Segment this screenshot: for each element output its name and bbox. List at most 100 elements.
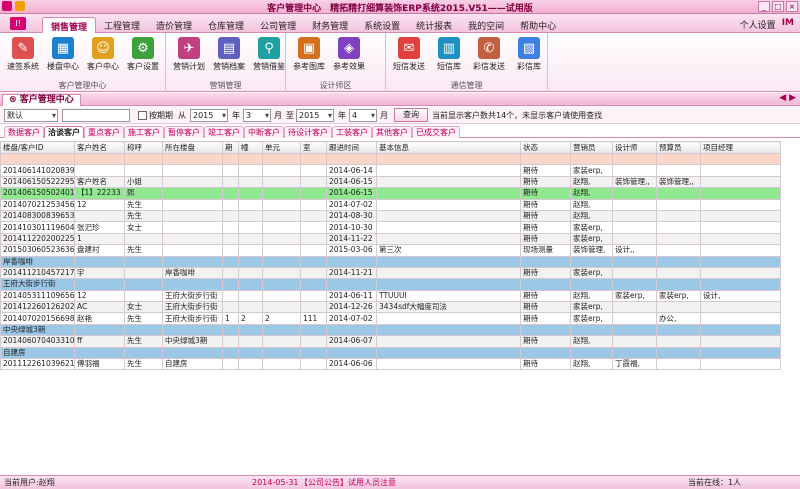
table-cell: 期待 xyxy=(520,232,571,246)
column-header[interactable]: 基本信息 xyxy=(376,141,521,154)
column-header[interactable]: 营销员 xyxy=(570,141,613,154)
column-header[interactable]: 室 xyxy=(300,141,327,154)
ribbon-button[interactable]: ✆ 彩信发送 xyxy=(470,37,508,72)
table-cell xyxy=(326,278,377,291)
table-row[interactable] xyxy=(0,152,781,166)
customer-category-tab[interactable]: 工装客户 xyxy=(332,126,372,138)
ribbon-button[interactable]: ☺ 客户中心 xyxy=(84,37,122,72)
menu-tab[interactable]: 仓库管理 xyxy=(200,17,252,33)
table-row[interactable]: 2014083008396533 先生 2014-08-30 期待 赵翔, xyxy=(0,209,781,223)
query-button[interactable]: 查询 xyxy=(394,108,428,122)
table-cell: 2014-08-30 xyxy=(326,209,377,223)
customer-category-tab[interactable]: 待设计客户 xyxy=(284,126,332,138)
customer-category-tab[interactable]: 数据客户 xyxy=(4,126,44,138)
table-cell xyxy=(612,198,657,211)
column-header[interactable]: 客户姓名 xyxy=(74,141,125,154)
app-logo[interactable]: I! xyxy=(10,17,26,30)
column-header[interactable]: 楼盘/客户ID xyxy=(0,141,75,154)
column-header[interactable]: 称呼 xyxy=(124,141,163,154)
ribbon-button[interactable]: ▥ 短信库 xyxy=(430,37,468,72)
ribbon-button[interactable]: ▣ 参考图库 xyxy=(290,37,328,72)
from-month-select[interactable]: 3 xyxy=(243,109,271,122)
column-header[interactable]: 设计师 xyxy=(612,141,657,154)
table-cell xyxy=(238,278,263,291)
menu-tab[interactable]: 造价管理 xyxy=(148,17,200,33)
ribbon-button[interactable]: ✈ 营销计划 xyxy=(170,37,208,72)
table-row[interactable]: 2014061410208396 2014-06-14 期待 家装erp, xyxy=(0,164,781,177)
panel-tab[interactable]: ⊗ 客户管理中心 xyxy=(2,94,81,106)
table-cell xyxy=(300,358,327,371)
customer-category-tab[interactable]: 重点客户 xyxy=(84,126,124,138)
minimize-button[interactable]: _ xyxy=(758,1,770,12)
group-row[interactable]: 岸香咖啡 xyxy=(0,255,781,268)
table-cell xyxy=(612,301,657,314)
table-row[interactable]: 2014053111096563 12 王府大街步行街 2014-06-11 TTUUU… xyxy=(0,289,781,303)
to-month-select[interactable]: 4 xyxy=(349,109,377,122)
ribbon-button[interactable]: ⚲ 营销借鉴 xyxy=(250,37,288,72)
ribbon-button[interactable]: ▤ 营销档案 xyxy=(210,37,248,72)
preset-select[interactable]: 默认 xyxy=(4,109,58,122)
table-row[interactable]: 2014070212534567 12 先生 2014-07-02 期待 赵翔, xyxy=(0,198,781,211)
table-row[interactable]: 2014061505024016 【1】22233 熙 2014-06-15 期待 赵翔, xyxy=(0,187,781,200)
menu-tab[interactable]: 公司管理 xyxy=(252,17,304,33)
table-row[interactable]: 2014060704033101 ff 先生 中央绿城3期 2014-06-07 期待 赵翔… xyxy=(0,335,781,348)
from-year-select[interactable]: 2015 xyxy=(190,109,228,122)
ribbon-button[interactable]: ◈ 参考效果 xyxy=(330,37,368,72)
customer-category-tab[interactable]: 中断客户 xyxy=(244,126,284,138)
close-button[interactable]: × xyxy=(786,1,798,12)
personal-settings-link[interactable]: 个人设置 xyxy=(740,18,776,31)
column-header[interactable]: 预算员 xyxy=(656,141,701,154)
group-row[interactable]: 中央绿城3期 xyxy=(0,323,781,337)
panel-nav-arrows[interactable]: ◀ ▶ xyxy=(779,93,796,103)
column-header[interactable]: 期 xyxy=(222,141,239,154)
ribbon-button[interactable]: ▦ 楼盘中心 xyxy=(44,37,82,72)
menu-tab[interactable]: 工程管理 xyxy=(96,17,148,33)
table-row[interactable]: 2014061505222958 客户姓名 小姐 2014-06-15 期待 赵翔, 装饰管… xyxy=(0,175,781,189)
customer-category-tab[interactable]: 竣工客户 xyxy=(204,126,244,138)
date-filter-checkbox[interactable] xyxy=(138,111,147,120)
company-notice[interactable]: 【公司公告】试用人员注意 xyxy=(300,476,396,489)
customer-category-tab[interactable]: 暂停客户 xyxy=(164,126,204,138)
group-row[interactable]: 自建房 xyxy=(0,346,781,360)
menu-tab[interactable]: 统计报表 xyxy=(408,17,460,33)
ribbon-button[interactable]: ✉ 短信发送 xyxy=(390,37,428,72)
menu-tab[interactable]: 我的空间 xyxy=(460,17,512,33)
table-row[interactable]: 2014112104572177 宇 岸香咖啡 2014-11-21 期待 家装erp, xyxy=(0,266,781,280)
customer-category-tab[interactable]: 洽谈客户 xyxy=(44,126,84,138)
customer-category-tab[interactable]: 施工客户 xyxy=(124,126,164,138)
group-row[interactable]: 王府大街步行街 xyxy=(0,278,781,291)
menu-tab[interactable]: 财务管理 xyxy=(304,17,356,33)
customer-grid: 楼盘/客户ID 客户姓名 称呼 所在楼盘期幢单元室跟进时间 基本信息 状态 营销员 设计师 预算… xyxy=(0,141,800,473)
customer-category-tab[interactable]: 已成交客户 xyxy=(412,126,460,138)
menu-tab[interactable]: 销售管理 xyxy=(42,17,97,33)
menu-tab[interactable]: 系统设置 xyxy=(356,17,408,33)
maximize-button[interactable]: □ xyxy=(772,1,784,12)
table-row[interactable]: 2014112202002250 1 2014-11-22 期待 家装erp, xyxy=(0,232,781,246)
column-header[interactable]: 单元 xyxy=(262,141,301,154)
column-header[interactable]: 状态 xyxy=(520,141,571,154)
customer-category-tab[interactable]: 其他客户 xyxy=(372,126,412,138)
table-row[interactable]: 2015030605236367 盘建村 先生 2015-03-06 第三次 现场测量 装饰… xyxy=(0,244,781,257)
table-cell: 赵翔, xyxy=(570,187,613,200)
table-cell xyxy=(162,346,223,360)
column-header[interactable]: 幢 xyxy=(238,141,263,154)
table-row[interactable]: 2014122601262026 AC 女士 王府大街步行街 2014-12-26 343… xyxy=(0,301,781,314)
table-body: 2014061410208396 2014-06-14 期待 家装erp, 201406… xyxy=(0,152,781,371)
to-year-select[interactable]: 2015 xyxy=(296,109,334,122)
ribbon-button[interactable]: ⚙ 客户设置 xyxy=(124,37,162,72)
ribbon-button-icon: ⚲ xyxy=(258,37,280,59)
ribbon-button[interactable]: ▧ 彩信库 xyxy=(510,37,548,72)
im-link[interactable]: IM xyxy=(782,18,794,31)
menu-tab[interactable]: 帮助中心 xyxy=(512,17,564,33)
column-header[interactable]: 项目经理 xyxy=(700,141,781,154)
column-header[interactable]: 跟进时间 xyxy=(326,141,377,154)
table-row[interactable]: 2014103011196046 张汜珍 女士 2014-10-30 期待 家装erp, xyxy=(0,221,781,234)
ribbon-button[interactable]: ✎ 速签系统 xyxy=(4,37,42,72)
table-cell: 家装erp, xyxy=(570,221,613,234)
search-input[interactable] xyxy=(62,109,130,122)
table-row[interactable]: 2011122610396216 傅羽福 先生 自建房 2014-06-06 期待 赵翔, 丁… xyxy=(0,358,781,371)
table-cell xyxy=(656,198,701,211)
column-header[interactable]: 所在楼盘 xyxy=(162,141,223,154)
table-cell xyxy=(262,266,301,280)
table-row[interactable]: 2014070201566980 赵艳 先生 王府大街步行街 1 2 2 111 2014-07… xyxy=(0,312,781,325)
